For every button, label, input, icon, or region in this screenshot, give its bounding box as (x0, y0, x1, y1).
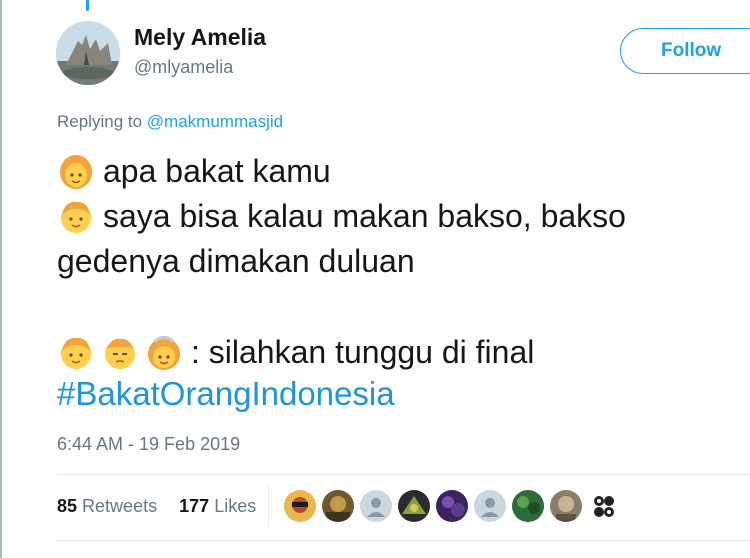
hashtag-link[interactable]: #BakatOrangIndonesia (57, 375, 395, 413)
tweet-text-line-4: : silahkan tunggu di final (191, 334, 535, 370)
liker-avatar[interactable] (284, 490, 316, 522)
tweet-line-2: saya bisa kalau makan bakso, bakso (57, 197, 626, 235)
liker-avatar[interactable] (550, 490, 582, 522)
reply-mention-link[interactable]: @makmummasjid (147, 112, 283, 131)
retweets-label: Retweets (82, 496, 158, 516)
retweets-count: 85 (57, 496, 78, 516)
tweet-text-line-2: saya bisa kalau makan bakso, bakso (103, 198, 626, 234)
liker-avatar-default[interactable] (474, 490, 506, 522)
boy-emoji-icon (61, 337, 91, 369)
divider (57, 474, 750, 475)
man-emoji-icon (105, 338, 135, 369)
liker-avatar[interactable] (436, 490, 468, 522)
stats-divider (268, 485, 269, 527)
tweet-text-line-1: apa bakat kamu (103, 153, 331, 189)
follow-button[interactable]: Follow (620, 28, 750, 74)
divider (57, 540, 750, 541)
boy-emoji-icon (61, 201, 91, 233)
replying-to: Replying to @makmummasjid (57, 112, 283, 132)
avatar-photo (56, 21, 120, 85)
author-handle[interactable]: @mlyamelia (134, 57, 233, 78)
tweet-line-1: apa bakat kamu (57, 152, 331, 190)
bride-emoji-icon (148, 336, 180, 370)
likes-stat[interactable]: 177 Likes (179, 496, 256, 516)
thread-connector-line (86, 0, 89, 11)
retweets-stat[interactable]: 85 Retweets (57, 496, 162, 516)
woman-emoji-icon (60, 155, 92, 189)
liker-avatar[interactable] (322, 490, 354, 522)
liker-avatar[interactable] (398, 490, 430, 522)
tweet-stats: 85 Retweets 177 Likes (57, 496, 256, 517)
tweet-timestamp[interactable]: 6:44 AM - 19 Feb 2019 (57, 434, 240, 455)
tweet-line-4: : silahkan tunggu di final (57, 333, 534, 371)
liker-avatar[interactable] (512, 490, 544, 522)
author-avatar[interactable] (56, 21, 120, 85)
window-left-border (0, 0, 2, 558)
author-name[interactable]: Mely Amelia (134, 24, 266, 51)
replying-to-label: Replying to (57, 112, 143, 131)
liker-avatar[interactable] (588, 490, 620, 522)
liker-avatar-default[interactable] (360, 490, 392, 522)
likes-label: Likes (214, 496, 257, 516)
tweet-text-line-3: gedenya dimakan duluan (57, 243, 415, 279)
likes-count: 177 (179, 496, 210, 516)
tweet-line-3: gedenya dimakan duluan (57, 243, 415, 280)
